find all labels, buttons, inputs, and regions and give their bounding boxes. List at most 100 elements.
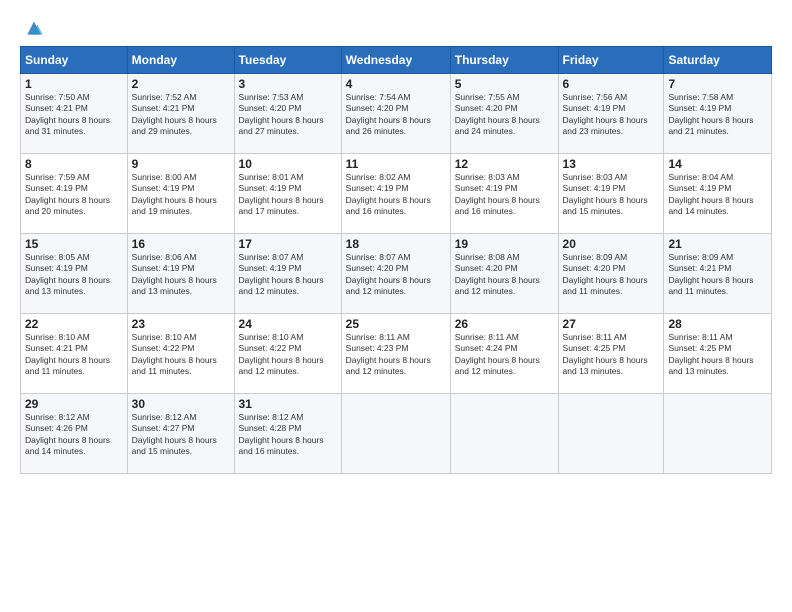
- day-cell: 27 Sunrise: 8:11 AM Sunset: 4:25 PM Dayl…: [558, 314, 664, 394]
- day-cell: 2 Sunrise: 7:52 AM Sunset: 4:21 PM Dayli…: [127, 74, 234, 154]
- logo-icon: [24, 18, 44, 38]
- day-info: Sunrise: 7:53 AM Sunset: 4:20 PM Dayligh…: [239, 92, 337, 138]
- day-cell: 20 Sunrise: 8:09 AM Sunset: 4:20 PM Dayl…: [558, 234, 664, 314]
- day-info: Sunrise: 8:08 AM Sunset: 4:20 PM Dayligh…: [455, 252, 554, 298]
- day-info: Sunrise: 8:05 AM Sunset: 4:19 PM Dayligh…: [25, 252, 123, 298]
- day-cell: 26 Sunrise: 8:11 AM Sunset: 4:24 PM Dayl…: [450, 314, 558, 394]
- day-number: 13: [563, 157, 660, 171]
- day-info: Sunrise: 8:06 AM Sunset: 4:19 PM Dayligh…: [132, 252, 230, 298]
- day-info: Sunrise: 7:59 AM Sunset: 4:19 PM Dayligh…: [25, 172, 123, 218]
- weekday-header-row: SundayMondayTuesdayWednesdayThursdayFrid…: [21, 47, 772, 74]
- day-info: Sunrise: 7:55 AM Sunset: 4:20 PM Dayligh…: [455, 92, 554, 138]
- day-number: 4: [346, 77, 446, 91]
- day-info: Sunrise: 8:11 AM Sunset: 4:25 PM Dayligh…: [668, 332, 767, 378]
- day-number: 9: [132, 157, 230, 171]
- day-cell: 24 Sunrise: 8:10 AM Sunset: 4:22 PM Dayl…: [234, 314, 341, 394]
- day-number: 8: [25, 157, 123, 171]
- day-info: Sunrise: 7:54 AM Sunset: 4:20 PM Dayligh…: [346, 92, 446, 138]
- day-info: Sunrise: 8:11 AM Sunset: 4:24 PM Dayligh…: [455, 332, 554, 378]
- day-info: Sunrise: 8:03 AM Sunset: 4:19 PM Dayligh…: [563, 172, 660, 218]
- day-number: 25: [346, 317, 446, 331]
- day-info: Sunrise: 8:03 AM Sunset: 4:19 PM Dayligh…: [455, 172, 554, 218]
- day-cell: [450, 394, 558, 474]
- day-number: 3: [239, 77, 337, 91]
- day-number: 12: [455, 157, 554, 171]
- page: SundayMondayTuesdayWednesdayThursdayFrid…: [0, 0, 792, 612]
- day-cell: 16 Sunrise: 8:06 AM Sunset: 4:19 PM Dayl…: [127, 234, 234, 314]
- day-number: 19: [455, 237, 554, 251]
- day-number: 7: [668, 77, 767, 91]
- day-cell: 30 Sunrise: 8:12 AM Sunset: 4:27 PM Dayl…: [127, 394, 234, 474]
- day-info: Sunrise: 8:12 AM Sunset: 4:28 PM Dayligh…: [239, 412, 337, 458]
- day-cell: 5 Sunrise: 7:55 AM Sunset: 4:20 PM Dayli…: [450, 74, 558, 154]
- day-info: Sunrise: 8:10 AM Sunset: 4:22 PM Dayligh…: [132, 332, 230, 378]
- day-number: 23: [132, 317, 230, 331]
- day-cell: 18 Sunrise: 8:07 AM Sunset: 4:20 PM Dayl…: [341, 234, 450, 314]
- day-info: Sunrise: 7:58 AM Sunset: 4:19 PM Dayligh…: [668, 92, 767, 138]
- day-cell: 19 Sunrise: 8:08 AM Sunset: 4:20 PM Dayl…: [450, 234, 558, 314]
- day-info: Sunrise: 8:04 AM Sunset: 4:19 PM Dayligh…: [668, 172, 767, 218]
- day-number: 30: [132, 397, 230, 411]
- calendar-table: SundayMondayTuesdayWednesdayThursdayFrid…: [20, 46, 772, 474]
- day-info: Sunrise: 8:07 AM Sunset: 4:19 PM Dayligh…: [239, 252, 337, 298]
- day-info: Sunrise: 7:50 AM Sunset: 4:21 PM Dayligh…: [25, 92, 123, 138]
- day-number: 17: [239, 237, 337, 251]
- day-number: 14: [668, 157, 767, 171]
- day-number: 2: [132, 77, 230, 91]
- day-info: Sunrise: 7:52 AM Sunset: 4:21 PM Dayligh…: [132, 92, 230, 138]
- day-number: 29: [25, 397, 123, 411]
- weekday-sunday: Sunday: [21, 47, 128, 74]
- day-cell: 12 Sunrise: 8:03 AM Sunset: 4:19 PM Dayl…: [450, 154, 558, 234]
- day-cell: 15 Sunrise: 8:05 AM Sunset: 4:19 PM Dayl…: [21, 234, 128, 314]
- day-cell: 14 Sunrise: 8:04 AM Sunset: 4:19 PM Dayl…: [664, 154, 772, 234]
- day-number: 21: [668, 237, 767, 251]
- day-info: Sunrise: 8:12 AM Sunset: 4:27 PM Dayligh…: [132, 412, 230, 458]
- day-number: 6: [563, 77, 660, 91]
- day-cell: [664, 394, 772, 474]
- day-info: Sunrise: 8:10 AM Sunset: 4:22 PM Dayligh…: [239, 332, 337, 378]
- day-cell: [341, 394, 450, 474]
- day-number: 1: [25, 77, 123, 91]
- weekday-monday: Monday: [127, 47, 234, 74]
- day-cell: 11 Sunrise: 8:02 AM Sunset: 4:19 PM Dayl…: [341, 154, 450, 234]
- day-cell: 6 Sunrise: 7:56 AM Sunset: 4:19 PM Dayli…: [558, 74, 664, 154]
- day-info: Sunrise: 8:12 AM Sunset: 4:26 PM Dayligh…: [25, 412, 123, 458]
- day-number: 5: [455, 77, 554, 91]
- day-number: 18: [346, 237, 446, 251]
- day-cell: 23 Sunrise: 8:10 AM Sunset: 4:22 PM Dayl…: [127, 314, 234, 394]
- day-info: Sunrise: 8:09 AM Sunset: 4:20 PM Dayligh…: [563, 252, 660, 298]
- day-cell: 4 Sunrise: 7:54 AM Sunset: 4:20 PM Dayli…: [341, 74, 450, 154]
- day-number: 11: [346, 157, 446, 171]
- day-number: 24: [239, 317, 337, 331]
- day-cell: 1 Sunrise: 7:50 AM Sunset: 4:21 PM Dayli…: [21, 74, 128, 154]
- day-number: 15: [25, 237, 123, 251]
- day-cell: [558, 394, 664, 474]
- weekday-saturday: Saturday: [664, 47, 772, 74]
- day-cell: 21 Sunrise: 8:09 AM Sunset: 4:21 PM Dayl…: [664, 234, 772, 314]
- day-cell: 9 Sunrise: 8:00 AM Sunset: 4:19 PM Dayli…: [127, 154, 234, 234]
- day-cell: 3 Sunrise: 7:53 AM Sunset: 4:20 PM Dayli…: [234, 74, 341, 154]
- day-info: Sunrise: 8:00 AM Sunset: 4:19 PM Dayligh…: [132, 172, 230, 218]
- day-info: Sunrise: 8:07 AM Sunset: 4:20 PM Dayligh…: [346, 252, 446, 298]
- day-cell: 31 Sunrise: 8:12 AM Sunset: 4:28 PM Dayl…: [234, 394, 341, 474]
- day-number: 27: [563, 317, 660, 331]
- day-info: Sunrise: 8:11 AM Sunset: 4:23 PM Dayligh…: [346, 332, 446, 378]
- day-cell: 29 Sunrise: 8:12 AM Sunset: 4:26 PM Dayl…: [21, 394, 128, 474]
- week-row-1: 1 Sunrise: 7:50 AM Sunset: 4:21 PM Dayli…: [21, 74, 772, 154]
- day-cell: 22 Sunrise: 8:10 AM Sunset: 4:21 PM Dayl…: [21, 314, 128, 394]
- weekday-tuesday: Tuesday: [234, 47, 341, 74]
- weekday-thursday: Thursday: [450, 47, 558, 74]
- day-info: Sunrise: 8:11 AM Sunset: 4:25 PM Dayligh…: [563, 332, 660, 378]
- day-number: 26: [455, 317, 554, 331]
- day-cell: 7 Sunrise: 7:58 AM Sunset: 4:19 PM Dayli…: [664, 74, 772, 154]
- day-info: Sunrise: 8:01 AM Sunset: 4:19 PM Dayligh…: [239, 172, 337, 218]
- day-number: 20: [563, 237, 660, 251]
- logo: [20, 18, 44, 38]
- day-cell: 8 Sunrise: 7:59 AM Sunset: 4:19 PM Dayli…: [21, 154, 128, 234]
- weekday-friday: Friday: [558, 47, 664, 74]
- day-number: 10: [239, 157, 337, 171]
- week-row-3: 15 Sunrise: 8:05 AM Sunset: 4:19 PM Dayl…: [21, 234, 772, 314]
- week-row-2: 8 Sunrise: 7:59 AM Sunset: 4:19 PM Dayli…: [21, 154, 772, 234]
- day-cell: 13 Sunrise: 8:03 AM Sunset: 4:19 PM Dayl…: [558, 154, 664, 234]
- week-row-5: 29 Sunrise: 8:12 AM Sunset: 4:26 PM Dayl…: [21, 394, 772, 474]
